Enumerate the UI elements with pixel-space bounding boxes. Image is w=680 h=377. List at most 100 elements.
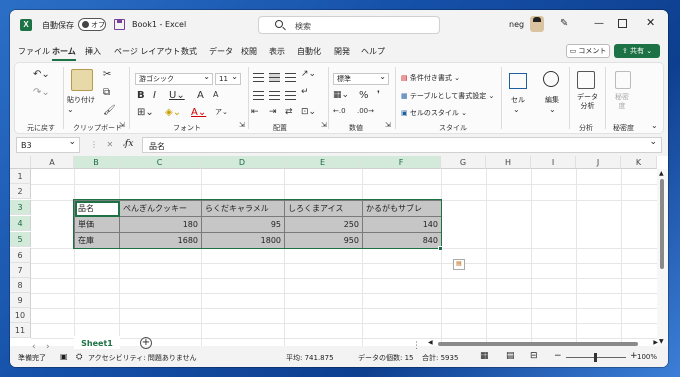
data-analysis-icon[interactable] xyxy=(577,71,595,89)
avatar[interactable] xyxy=(530,16,544,32)
tab-home[interactable]: ホーム xyxy=(52,46,76,61)
alignment-launcher-icon[interactable]: ⇲ xyxy=(321,121,327,129)
table-cell[interactable]: 180 xyxy=(120,217,202,233)
format-as-table-button[interactable]: ▦ テーブルとして書式設定 ⌄ xyxy=(401,91,494,101)
decrease-decimal-icon[interactable]: .00→ xyxy=(357,107,374,115)
row-header[interactable]: 6 xyxy=(10,248,31,263)
normal-view-icon[interactable]: ▦ xyxy=(480,351,489,361)
row-header[interactable]: 10 xyxy=(10,308,31,323)
increase-decimal-icon[interactable]: ←.0 xyxy=(333,107,346,115)
zoom-level[interactable]: 100% xyxy=(637,353,657,361)
table-cell[interactable]: 140 xyxy=(363,217,442,233)
scroll-right-icon[interactable]: ▶ xyxy=(653,339,658,346)
align-top-icon[interactable] xyxy=(253,73,264,82)
column-header[interactable]: G xyxy=(441,156,486,169)
scroll-left-icon[interactable]: ◀ xyxy=(428,339,433,346)
fill-handle[interactable] xyxy=(438,246,443,251)
name-box[interactable]: B3 xyxy=(16,137,80,153)
tab-data[interactable]: データ xyxy=(209,46,233,57)
decrease-indent-icon[interactable]: ⇤ xyxy=(251,107,259,117)
table-row-label[interactable]: 在庫 xyxy=(75,233,120,249)
status-count[interactable]: データの個数: 15 xyxy=(358,353,414,363)
undo-icon[interactable]: ↶⌄ xyxy=(33,69,50,80)
table-cell[interactable]: 95 xyxy=(202,217,285,233)
cells-icon[interactable] xyxy=(509,73,527,89)
sensitivity-icon[interactable] xyxy=(615,71,631,89)
row-header[interactable]: 1 xyxy=(10,169,31,184)
direction-icon[interactable]: ⇄ xyxy=(285,107,293,117)
tab-formulas[interactable]: 数式 xyxy=(181,46,197,57)
orientation-icon[interactable]: ↗⌄ xyxy=(301,69,316,79)
column-header[interactable]: D xyxy=(201,156,284,169)
row-header[interactable]: 9 xyxy=(10,293,31,308)
editing-label[interactable]: 編集 xyxy=(545,95,559,105)
row-header[interactable]: 3 xyxy=(10,200,31,215)
table-header-cell[interactable]: 品名 xyxy=(75,201,120,217)
row-header[interactable]: 5 xyxy=(10,232,31,247)
user-name[interactable]: neg xyxy=(509,20,524,29)
cell-styles-button[interactable]: ▣ セルのスタイル ⌄ xyxy=(401,108,467,118)
share-button[interactable]: ⇪ 共有 ⌄ xyxy=(614,44,660,58)
currency-icon[interactable]: ▦⌄ xyxy=(333,90,349,100)
column-header[interactable]: H xyxy=(486,156,531,169)
zoom-out-icon[interactable]: − xyxy=(554,351,562,361)
format-painter-icon[interactable]: 🖌 xyxy=(103,105,116,116)
row-header[interactable]: 7 xyxy=(10,263,31,278)
data-analysis-label[interactable]: データ 分析 xyxy=(577,93,598,111)
scroll-up-icon[interactable]: ▲ xyxy=(659,170,664,177)
autosave-toggle[interactable]: オフ xyxy=(78,18,106,31)
macro-record-icon[interactable]: ▣ xyxy=(60,352,68,361)
accessibility-status[interactable]: アクセシビリティ: 問題ありません xyxy=(88,353,197,363)
quick-analysis-icon[interactable]: ▤ xyxy=(453,259,465,270)
comma-icon[interactable]: ❜ xyxy=(377,90,380,100)
tab-help[interactable]: ヘルプ xyxy=(361,46,385,57)
insert-function-icon[interactable]: fx xyxy=(125,139,133,149)
phonetic-icon[interactable]: ア⌄ xyxy=(215,107,228,117)
align-right-icon[interactable] xyxy=(285,91,296,100)
vertical-scroll-thumb[interactable] xyxy=(660,179,664,269)
fill-color-icon[interactable]: ◈⌄ xyxy=(165,107,181,118)
formula-input[interactable]: 品名 xyxy=(142,137,662,153)
decrease-font-icon[interactable]: A xyxy=(213,90,218,99)
column-header[interactable]: J xyxy=(576,156,621,169)
conditional-format-button[interactable]: ▤ 条件付き書式 ⌄ xyxy=(401,73,460,83)
tab-automate[interactable]: 自動化 xyxy=(297,46,321,57)
align-center-icon[interactable] xyxy=(269,91,280,100)
search-input[interactable]: 検索 xyxy=(258,16,440,34)
paste-dropdown-icon[interactable]: ⌄ xyxy=(67,105,74,114)
table-cell[interactable]: 950 xyxy=(285,233,363,249)
page-break-view-icon[interactable]: ⊟ xyxy=(530,351,538,361)
scroll-down-icon[interactable]: ▼ xyxy=(659,338,664,345)
vertical-scrollbar[interactable]: ▲ ▼ xyxy=(657,169,668,346)
underline-icon[interactable]: U⌄ xyxy=(169,90,185,101)
select-all-corner[interactable] xyxy=(10,156,31,169)
comment-button[interactable]: ▭ コメント xyxy=(566,44,610,58)
row-header[interactable]: 11 xyxy=(10,323,31,338)
table-row-label[interactable]: 単価 xyxy=(75,217,120,233)
table-header-cell[interactable]: かるがもサブレ xyxy=(363,201,442,217)
tab-page-layout[interactable]: ページ レイアウト xyxy=(114,46,180,57)
worksheet-grid[interactable]: A B C D E F G H I J K 1 2 3 4 5 6 7 8 9 … xyxy=(10,156,668,346)
font-color-icon[interactable]: A⌄ xyxy=(191,107,206,118)
row-header[interactable]: 8 xyxy=(10,278,31,293)
clipboard-launcher-icon[interactable]: ⇲ xyxy=(119,121,125,129)
table-header-cell[interactable]: しろくまアイス xyxy=(285,201,363,217)
tab-file[interactable]: ファイル xyxy=(18,46,50,57)
number-format-select[interactable]: 標準 xyxy=(333,72,389,85)
maximize-button[interactable] xyxy=(618,19,627,28)
copy-icon[interactable]: ⧉ xyxy=(103,87,110,98)
column-header[interactable]: C xyxy=(119,156,201,169)
editing-dropdown-icon[interactable]: ⌄ xyxy=(549,105,556,114)
minimize-button[interactable]: — xyxy=(594,18,604,29)
align-middle-icon[interactable] xyxy=(269,73,280,82)
italic-icon[interactable]: I xyxy=(153,90,156,101)
percent-icon[interactable]: % xyxy=(359,90,369,101)
status-sum[interactable]: 合計: 5935 xyxy=(422,353,458,363)
row-header[interactable]: 4 xyxy=(10,216,31,231)
cut-icon[interactable]: ✂ xyxy=(103,69,111,80)
column-header[interactable]: A xyxy=(31,156,74,169)
sensitivity-label[interactable]: 秘密 度 xyxy=(615,93,629,111)
font-size-select[interactable]: 11 xyxy=(215,72,241,85)
status-average[interactable]: 平均: 741.875 xyxy=(286,353,334,363)
page-layout-view-icon[interactable]: ▤ xyxy=(506,351,515,361)
